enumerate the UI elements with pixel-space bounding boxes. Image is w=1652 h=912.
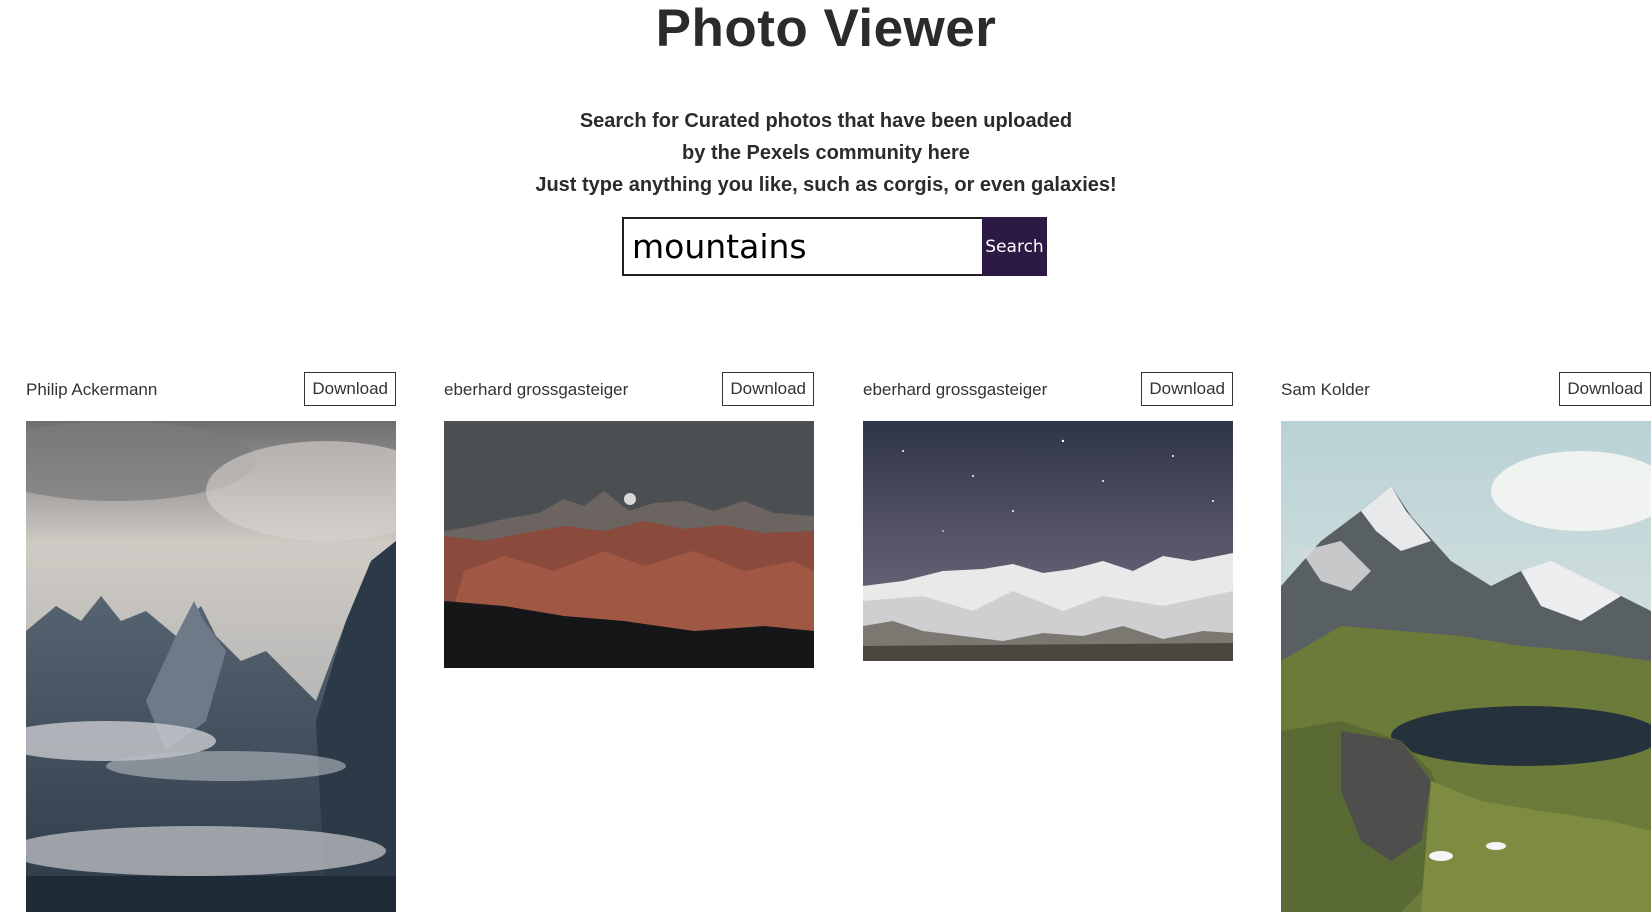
mountain-photo-sunset xyxy=(444,421,814,668)
mountain-photo-night xyxy=(863,421,1233,661)
mountain-photo-lake xyxy=(1281,421,1651,912)
photographer-name: Philip Ackermann xyxy=(26,380,158,399)
photo-card-header: Sam Kolder Download xyxy=(1281,372,1651,406)
photo-card: eberhard grossgasteiger Download xyxy=(863,372,1233,661)
description-line: Just type anything you like, such as cor… xyxy=(535,174,1117,196)
photographer-name: eberhard grossgasteiger xyxy=(444,380,629,399)
photo-card: Philip Ackermann Download xyxy=(26,372,396,912)
description-line: by the Pexels community here xyxy=(682,142,970,164)
search-input[interactable] xyxy=(622,217,982,276)
photo-image[interactable] xyxy=(444,421,814,668)
page-title: Photo Viewer xyxy=(655,0,997,58)
photo-card-header: Philip Ackermann Download xyxy=(26,372,396,406)
search-form: Search xyxy=(622,217,1047,276)
search-button[interactable]: Search xyxy=(982,217,1047,276)
page-description: Search for Curated photos that have been… xyxy=(0,105,1652,201)
photo-card: eberhard grossgasteiger Download xyxy=(444,372,814,668)
download-button[interactable]: Download xyxy=(1141,372,1233,406)
photographer-name: Sam Kolder xyxy=(1281,380,1370,399)
photographer-name: eberhard grossgasteiger xyxy=(863,380,1048,399)
download-button[interactable]: Download xyxy=(722,372,814,406)
description-line: Search for Curated photos that have been… xyxy=(579,110,1073,132)
photo-card-header: eberhard grossgasteiger Download xyxy=(863,372,1233,406)
download-button[interactable]: Download xyxy=(1559,372,1651,406)
mountain-photo-clouds xyxy=(26,421,396,912)
photo-card-header: eberhard grossgasteiger Download xyxy=(444,372,814,406)
photo-image[interactable] xyxy=(1281,421,1651,912)
photo-viewer-page: Photo Viewer Search for Curated photos t… xyxy=(0,0,1652,912)
photo-card: Sam Kolder Download xyxy=(1281,372,1651,912)
photo-image[interactable] xyxy=(863,421,1233,661)
photo-image[interactable] xyxy=(26,421,396,912)
download-button[interactable]: Download xyxy=(304,372,396,406)
